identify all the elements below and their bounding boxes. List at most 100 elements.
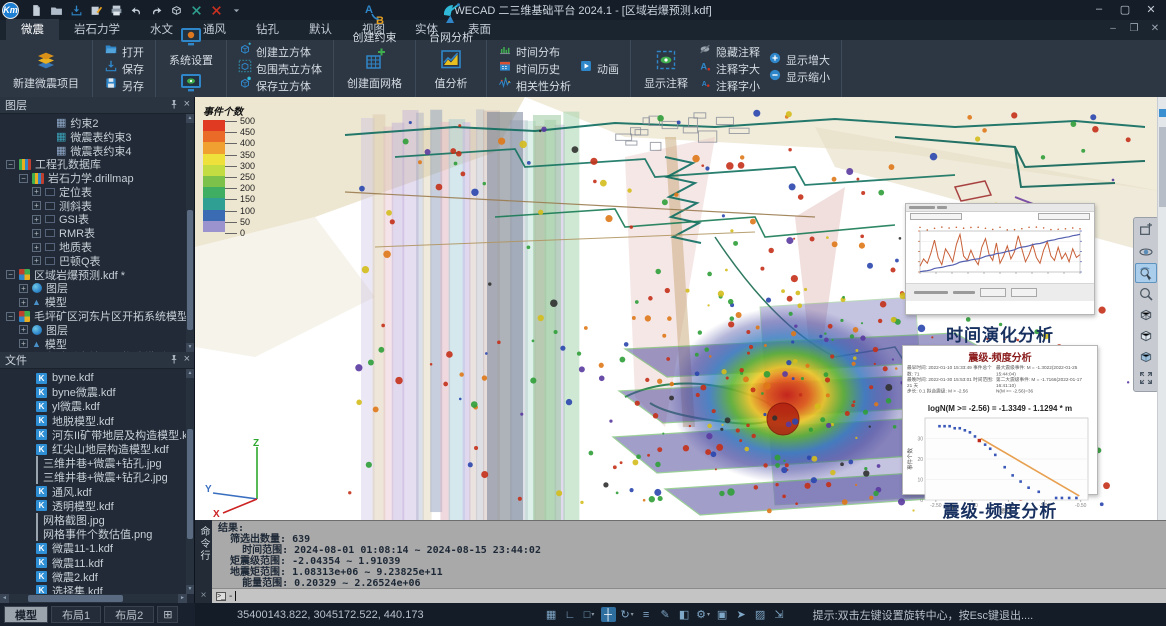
ribbon-button-sys[interactable]: 系统设置 <box>163 23 219 69</box>
ribbon-button-note-hide[interactable]: 隐藏注释 <box>694 43 764 60</box>
tree-expander[interactable]: + <box>32 243 41 252</box>
wireframe-icon[interactable] <box>1135 305 1157 325</box>
3d-viewport[interactable]: 事件个数 500450400350300250200150100500 Z Y … <box>195 97 1166 520</box>
ribbon-button-save[interactable]: 保存 <box>100 60 148 77</box>
save-icon[interactable] <box>69 3 83 17</box>
pin-icon[interactable] <box>170 355 178 364</box>
file-item[interactable]: 三维井巷+微震+钻孔2.jpg <box>0 470 194 484</box>
file-item[interactable]: K河东II矿带地层及构造模型.kdf <box>0 428 194 442</box>
status-ortho-icon[interactable]: ∟ <box>563 607 578 622</box>
ribbon-button-anim[interactable]: 动画 <box>575 60 623 77</box>
status-snap-icon[interactable]: ┼ <box>601 607 616 622</box>
cube-view-icon[interactable] <box>169 3 183 17</box>
tree-expander[interactable]: − <box>6 312 15 321</box>
file-item[interactable]: Kbyne.kdf <box>0 371 194 385</box>
status-fly-icon[interactable]: ➤ <box>734 607 749 622</box>
pin-icon[interactable] <box>170 100 178 109</box>
file-item[interactable]: 网格事件个数估值.png <box>0 527 194 541</box>
status-grid-icon[interactable]: ▦ <box>544 607 559 622</box>
mdi-restore-button[interactable]: ❐ <box>1127 23 1141 34</box>
file-item[interactable]: 网格截图.jpg <box>0 513 194 527</box>
tree-expander[interactable]: + <box>32 187 41 196</box>
file-item[interactable]: Kyl微震.kdf <box>0 399 194 413</box>
tree-expander[interactable]: + <box>32 256 41 265</box>
tree-expander[interactable]: + <box>19 339 28 348</box>
ribbon-button-zoom-out[interactable]: 显示缩小 <box>764 69 834 86</box>
status-paste-icon[interactable]: ◧ <box>677 607 692 622</box>
doc-tab-布局2[interactable]: 布局2 <box>104 606 154 623</box>
ribbon-button-saveas[interactable]: 另存 <box>100 77 148 94</box>
files-scrollbar[interactable]: ▲▼ <box>186 369 194 594</box>
close-red-icon[interactable] <box>209 3 223 17</box>
command-input[interactable]: >_ - <box>212 588 1166 603</box>
file-item[interactable]: K地脱模型.kdf <box>0 414 194 428</box>
file-item[interactable]: Kbyne微震.kdf <box>0 385 194 399</box>
console-side-tab[interactable]: 命令行 × <box>195 520 212 603</box>
console-close-icon[interactable]: × <box>201 590 207 601</box>
file-item[interactable]: K选择集.kdf <box>0 584 194 594</box>
tree-expander[interactable]: + <box>32 201 41 210</box>
combo-box[interactable] <box>1038 213 1090 220</box>
region-zoom-icon[interactable] <box>1135 221 1157 241</box>
add-layout-tab[interactable]: ⊞ <box>157 606 178 623</box>
ribbon-button-mesh[interactable]: 创建面网格 <box>341 46 408 92</box>
ribbon-button-cube-shell[interactable]: 包围壳立方体 <box>234 60 326 77</box>
ribbon-button-zoom-in[interactable]: 显示增大 <box>764 52 834 69</box>
tree-expander[interactable]: − <box>6 160 15 169</box>
tree-item[interactable]: +图层 <box>0 323 194 337</box>
caret-down-icon[interactable] <box>229 3 243 17</box>
ribbon-button-cube-save[interactable]: 保存立方体 <box>234 77 326 94</box>
doc-tab-布局1[interactable]: 布局1 <box>51 606 101 623</box>
ribbon-button-corr[interactable]: 相关性分析 <box>494 77 575 94</box>
tree-expander[interactable]: + <box>19 298 28 307</box>
close-panel-icon[interactable]: × <box>184 353 190 365</box>
ribbon-button-new-project[interactable]: 新建微震项目 <box>7 46 85 92</box>
maximize-button[interactable]: ▢ <box>1112 0 1138 18</box>
ribbon-button-note-small[interactable]: A注释字小 <box>694 77 764 94</box>
print-icon[interactable] <box>109 3 123 17</box>
status-measure-icon[interactable]: ▨ <box>753 607 768 622</box>
ribbon-button-ab[interactable]: AB创建约束 <box>341 0 408 46</box>
file-item[interactable]: K微震11.kdf <box>0 555 194 569</box>
status-rotate-icon[interactable]: ↻▾ <box>620 607 635 622</box>
menu-tab-岩石力学[interactable]: 岩石力学 <box>59 19 135 40</box>
fit-extents-icon[interactable] <box>1135 368 1157 388</box>
file-item[interactable]: 三维井巷+微震+钻孔.jpg <box>0 456 194 470</box>
tree-expander[interactable]: − <box>19 174 28 183</box>
file-item[interactable]: K微震11-1.kdf <box>0 541 194 555</box>
tree-expander[interactable]: + <box>32 215 41 224</box>
ribbon-button-open[interactable]: 打开 <box>100 43 148 60</box>
file-item[interactable]: K通风.kdf <box>0 485 194 499</box>
files-hscrollbar[interactable]: ◄► <box>0 594 187 603</box>
new-file-icon[interactable] <box>29 3 43 17</box>
close-button[interactable]: ✕ <box>1138 0 1164 18</box>
menu-tab-微震[interactable]: 微震 <box>6 19 59 40</box>
ribbon-button-cube-add[interactable]: 创建立方体 <box>234 43 326 60</box>
mdi-minimize-button[interactable]: – <box>1106 23 1120 34</box>
dialog-button[interactable] <box>980 288 1006 297</box>
tree-expander[interactable]: + <box>32 229 41 238</box>
file-item[interactable]: K红尖山地层构造模型.kdf <box>0 442 194 456</box>
status-fullscreen-icon[interactable]: ⇲ <box>772 607 787 622</box>
orbit-icon[interactable] <box>1135 242 1157 262</box>
redo-icon[interactable] <box>149 3 163 17</box>
tree-expander[interactable]: + <box>19 284 28 293</box>
ribbon-button-note-big[interactable]: A注释字大 <box>694 60 764 77</box>
undo-icon[interactable] <box>129 3 143 17</box>
ribbon-button-chart[interactable]: 值分析 <box>423 46 479 92</box>
dialog-button[interactable] <box>1011 288 1037 297</box>
tree-expander[interactable]: − <box>6 270 15 279</box>
viewport-scrollbar[interactable] <box>1157 97 1166 520</box>
shaded-icon[interactable] <box>1135 347 1157 367</box>
tree-item[interactable]: +定位表 <box>0 185 194 199</box>
tree-item[interactable]: −岩石力学.drillmap <box>0 171 194 185</box>
menu-tab-默认[interactable]: 默认 <box>294 19 347 40</box>
doc-tab-模型[interactable]: 模型 <box>4 606 48 623</box>
status-settings-icon[interactable]: ⚙▾ <box>696 607 711 622</box>
edit-icon[interactable] <box>89 3 103 17</box>
hidden-line-icon[interactable] <box>1135 326 1157 346</box>
tree-item[interactable]: +测斜表 <box>0 199 194 213</box>
tree-item[interactable]: +图层 <box>0 282 194 296</box>
ribbon-button-timedist[interactable]: 时间分布 <box>494 43 575 60</box>
combo-box[interactable] <box>910 213 962 220</box>
